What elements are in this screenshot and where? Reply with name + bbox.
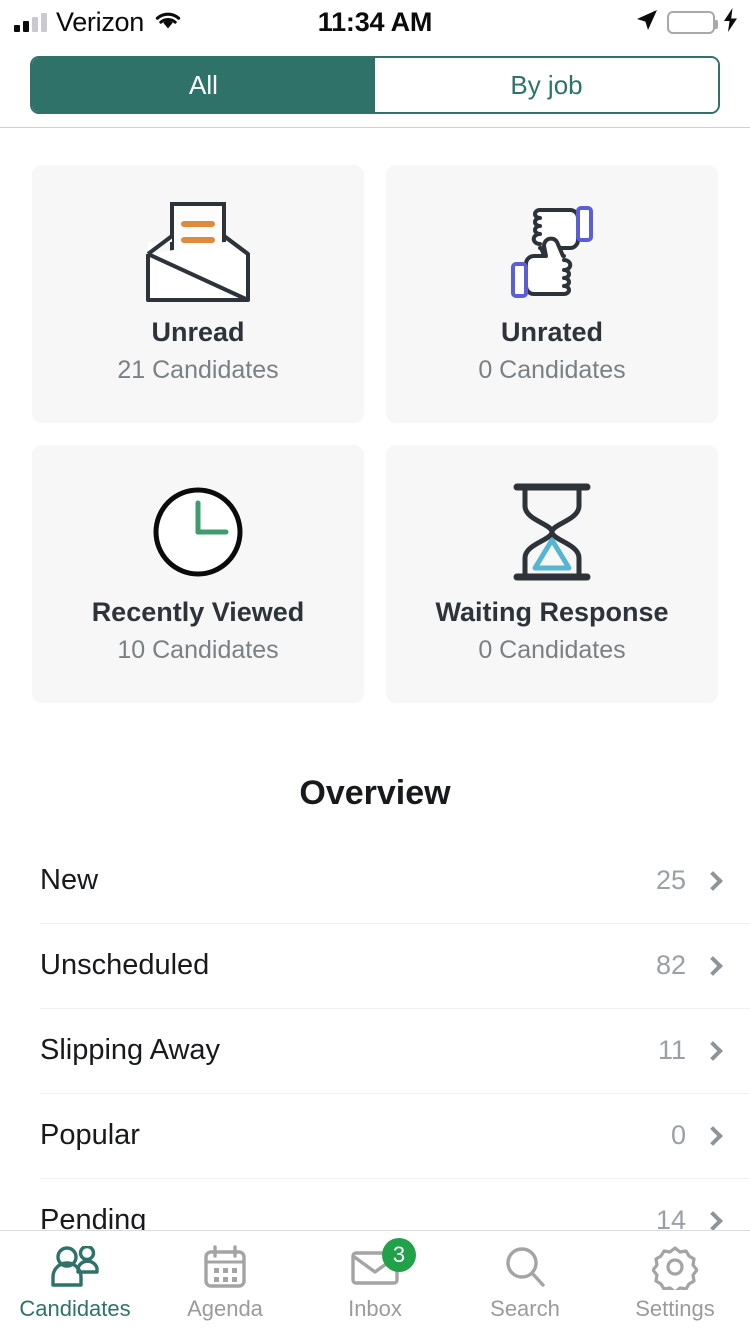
tab-label: Inbox [348,1296,402,1322]
card-title: Unread [151,317,244,348]
row-count: 82 [656,950,686,981]
open-envelope-icon [144,193,252,311]
status-bar-right [635,8,738,37]
card-recently-viewed[interactable]: Recently Viewed 10 Candidates [32,445,364,703]
bottom-tab-bar: Candidates Agenda [0,1230,750,1334]
overview-row-unscheduled[interactable]: Unscheduled 82 [0,923,750,1008]
overview-row-popular[interactable]: Popular 0 [0,1093,750,1178]
chevron-right-icon [703,956,723,976]
charging-bolt-icon [723,8,738,37]
location-arrow-icon [635,8,659,37]
thumbs-up-down-icon [496,193,608,311]
tab-search[interactable]: Search [450,1231,600,1334]
hourglass-icon [509,473,595,591]
tab-label: Agenda [187,1296,263,1322]
envelope-icon: 3 [350,1244,400,1290]
card-waiting-response[interactable]: Waiting Response 0 Candidates [386,445,718,703]
row-label: Popular [40,1119,671,1152]
magnifier-icon [503,1244,547,1290]
inbox-badge: 3 [382,1238,416,1272]
filter-segmented-control[interactable]: All By job [30,56,720,114]
row-label: New [40,864,656,897]
clock-icon [150,473,246,591]
tab-settings[interactable]: Settings [600,1231,750,1334]
segment-by-job[interactable]: By job [375,58,718,112]
card-unread[interactable]: Unread 21 Candidates [32,165,364,423]
card-subtitle: 0 Candidates [478,356,625,385]
people-icon [50,1244,100,1290]
tab-label: Settings [635,1296,715,1322]
chevron-right-icon [703,1126,723,1146]
row-count: 11 [658,1035,686,1066]
card-title: Unrated [501,317,603,348]
tab-candidates[interactable]: Candidates [0,1231,150,1334]
card-subtitle: 10 Candidates [117,636,278,665]
row-label: Unscheduled [40,949,656,982]
summary-card-grid: Unread 21 Candidates Unrate [32,165,718,703]
card-subtitle: 0 Candidates [478,636,625,665]
chevron-right-icon [703,1041,723,1061]
card-subtitle: 21 Candidates [117,356,278,385]
overview-list: New 25 Unscheduled 82 Slipping Away 11 P… [0,838,750,1263]
overview-row-slipping-away[interactable]: Slipping Away 11 [0,1008,750,1093]
tab-agenda[interactable]: Agenda [150,1231,300,1334]
row-count: 0 [671,1120,686,1151]
row-count: 25 [656,865,686,896]
tab-inbox[interactable]: 3 Inbox [300,1231,450,1334]
gear-icon [652,1244,698,1290]
status-bar: Verizon 11:34 AM [0,0,750,44]
tab-label: Search [490,1296,560,1322]
card-title: Recently Viewed [92,597,305,628]
segment-all[interactable]: All [32,58,375,112]
card-unrated[interactable]: Unrated 0 Candidates [386,165,718,423]
overview-heading: Overview [0,774,750,813]
battery-icon [667,11,715,34]
row-label: Slipping Away [40,1034,658,1067]
card-title: Waiting Response [435,597,668,628]
chevron-right-icon [703,871,723,891]
tab-label: Candidates [19,1296,130,1322]
overview-row-new[interactable]: New 25 [0,838,750,923]
header-divider [0,127,750,128]
chevron-right-icon [703,1211,723,1231]
app-screen: Verizon 11:34 AM [0,0,750,1334]
calendar-icon [203,1244,247,1290]
